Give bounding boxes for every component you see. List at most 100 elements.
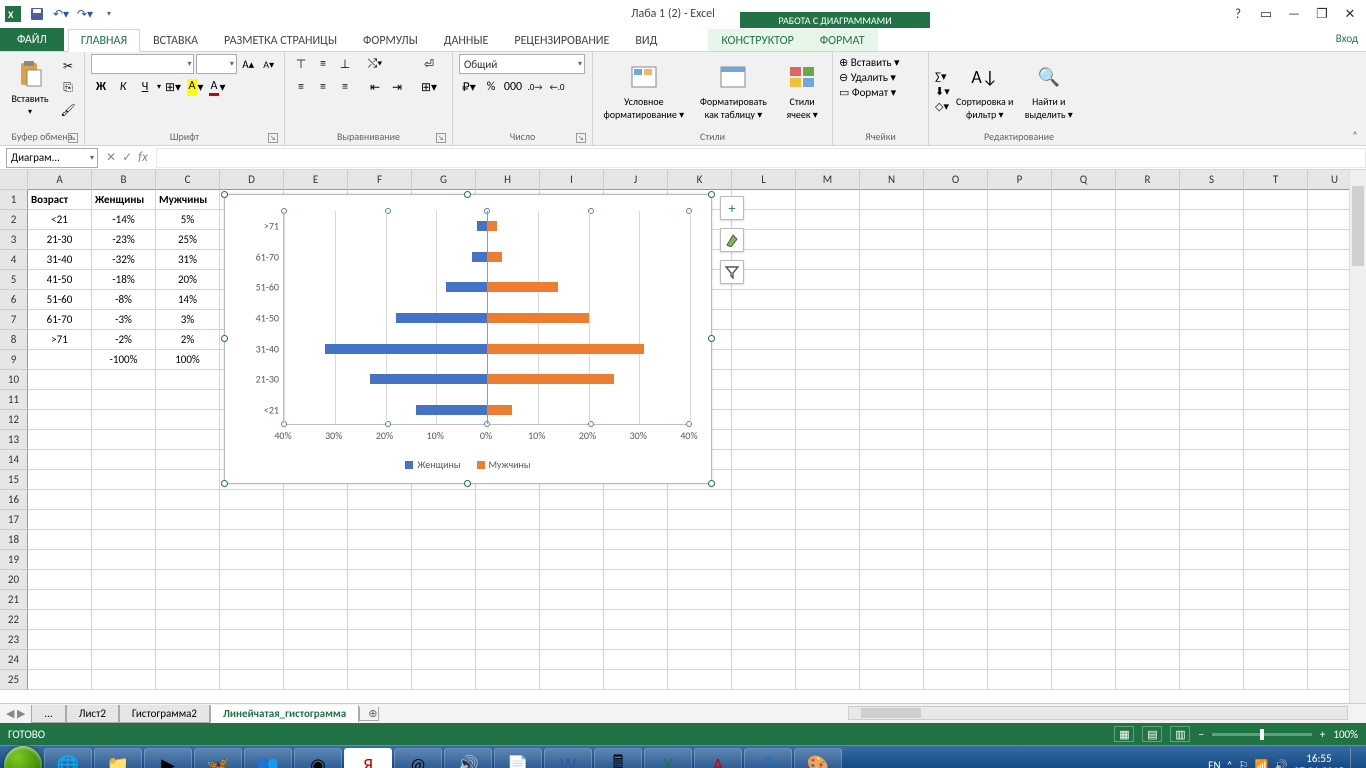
cell[interactable] — [1180, 670, 1244, 690]
cell[interactable] — [284, 670, 348, 690]
cell[interactable] — [348, 550, 412, 570]
cell[interactable] — [1052, 190, 1116, 210]
cell[interactable]: >71 — [28, 330, 92, 350]
cell[interactable] — [92, 470, 156, 490]
cell[interactable]: -14% — [92, 210, 156, 230]
col-header[interactable]: P — [988, 170, 1052, 190]
cell[interactable]: -18% — [92, 270, 156, 290]
cell[interactable] — [1052, 570, 1116, 590]
cell[interactable] — [1052, 530, 1116, 550]
col-header[interactable]: R — [1116, 170, 1180, 190]
resize-handle[interactable] — [464, 480, 471, 487]
cell[interactable] — [1052, 370, 1116, 390]
cell[interactable] — [1116, 230, 1180, 250]
col-header[interactable]: I — [540, 170, 604, 190]
cell[interactable] — [348, 650, 412, 670]
tab-page-layout[interactable]: РАЗМЕТКА СТРАНИЦЫ — [211, 29, 350, 51]
cell[interactable] — [1180, 550, 1244, 570]
cell[interactable] — [28, 410, 92, 430]
cell[interactable] — [92, 530, 156, 550]
resize-handle[interactable] — [464, 191, 471, 198]
comma-icon[interactable]: 000 — [503, 77, 523, 97]
cell[interactable] — [1244, 610, 1308, 630]
cell[interactable] — [28, 670, 92, 690]
cell[interactable] — [860, 290, 924, 310]
cell[interactable] — [668, 490, 732, 510]
cell[interactable] — [1052, 250, 1116, 270]
cell[interactable] — [156, 470, 220, 490]
bar-female[interactable] — [446, 282, 487, 292]
task-mail-icon[interactable]: @ — [394, 748, 442, 768]
cell[interactable] — [860, 390, 924, 410]
col-header[interactable]: S — [1180, 170, 1244, 190]
cell[interactable] — [988, 370, 1052, 390]
cell[interactable] — [1116, 670, 1180, 690]
cell[interactable] — [1116, 210, 1180, 230]
page-layout-view-icon[interactable]: ▤ — [1142, 726, 1162, 742]
cell[interactable] — [92, 650, 156, 670]
cell[interactable] — [1052, 410, 1116, 430]
cell[interactable] — [1180, 330, 1244, 350]
cell[interactable] — [860, 370, 924, 390]
font-size-combo[interactable] — [196, 54, 236, 74]
cell[interactable] — [796, 510, 860, 530]
cell[interactable] — [1244, 450, 1308, 470]
clipboard-dialog-launcher[interactable]: ↘ — [68, 133, 78, 143]
cell[interactable] — [796, 390, 860, 410]
sheet-tab-barhistogram[interactable]: Линейчатая_гистограмма — [210, 705, 359, 723]
cell[interactable] — [28, 650, 92, 670]
cell[interactable] — [412, 610, 476, 630]
wrap-text-icon[interactable]: ⏎ — [415, 54, 443, 74]
cell-styles-button[interactable]: Стили ячеек ▾ — [778, 58, 826, 124]
cell[interactable] — [348, 570, 412, 590]
cell[interactable] — [604, 490, 668, 510]
cell[interactable] — [796, 350, 860, 370]
bar-female[interactable] — [370, 374, 487, 384]
cell[interactable] — [1052, 490, 1116, 510]
cell[interactable] — [284, 570, 348, 590]
cell[interactable] — [668, 670, 732, 690]
cell[interactable] — [860, 450, 924, 470]
cell[interactable] — [1116, 310, 1180, 330]
cell[interactable]: Женщины — [92, 190, 156, 210]
cell[interactable] — [1116, 330, 1180, 350]
page-break-view-icon[interactable]: ▥ — [1170, 726, 1190, 742]
cell[interactable] — [412, 550, 476, 570]
formula-input[interactable] — [156, 148, 1366, 168]
cell[interactable] — [1052, 270, 1116, 290]
chart-filters-button[interactable] — [720, 260, 744, 284]
cell[interactable] — [924, 190, 988, 210]
cell[interactable] — [796, 590, 860, 610]
sign-in-link[interactable]: Вход — [1336, 32, 1358, 45]
cell[interactable] — [1116, 550, 1180, 570]
help-icon[interactable]: ? — [1228, 5, 1248, 23]
cell[interactable] — [924, 350, 988, 370]
cell[interactable] — [28, 490, 92, 510]
cell[interactable] — [732, 290, 796, 310]
cell[interactable] — [1244, 310, 1308, 330]
merge-cells-icon[interactable]: ⊞▾ — [415, 77, 443, 97]
restore-button[interactable]: ❐ — [1312, 5, 1332, 23]
cell[interactable] — [476, 610, 540, 630]
cell[interactable] — [988, 270, 1052, 290]
cell[interactable]: Мужчины — [156, 190, 220, 210]
cell[interactable]: -8% — [92, 290, 156, 310]
tray-lang[interactable]: EN — [1208, 759, 1220, 768]
cell[interactable] — [1180, 210, 1244, 230]
cell[interactable] — [988, 550, 1052, 570]
delete-cells-button[interactable]: ⊖ Удалить ▾ — [839, 71, 900, 84]
col-header[interactable]: D — [220, 170, 284, 190]
select-all-corner[interactable] — [0, 170, 28, 190]
cell[interactable] — [604, 610, 668, 630]
cell[interactable] — [156, 550, 220, 570]
cell[interactable] — [156, 450, 220, 470]
cell[interactable] — [860, 190, 924, 210]
cell[interactable] — [988, 450, 1052, 470]
cell[interactable] — [476, 490, 540, 510]
cell[interactable] — [860, 410, 924, 430]
cell[interactable] — [988, 410, 1052, 430]
tray-clock[interactable]: 16:55 27.01.2015 — [1294, 752, 1344, 768]
cell[interactable] — [1052, 610, 1116, 630]
cell[interactable] — [1116, 390, 1180, 410]
cell[interactable] — [1052, 550, 1116, 570]
